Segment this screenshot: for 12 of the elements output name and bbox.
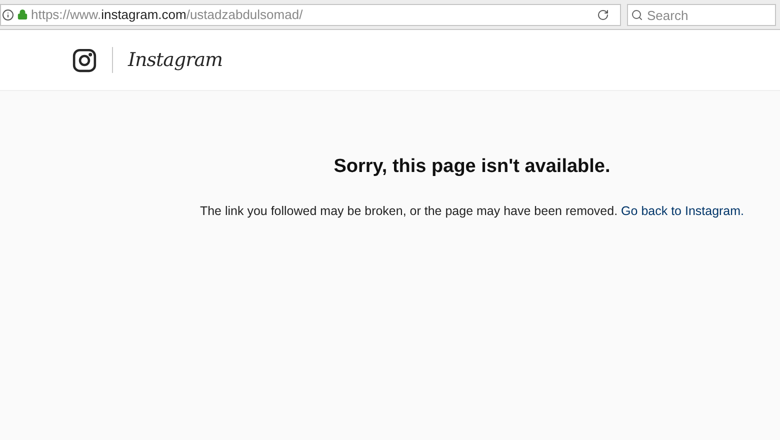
search-field[interactable]: Search [627,4,776,26]
info-icon[interactable] [2,8,14,20]
lock-icon [17,9,28,20]
instagram-wordmark[interactable]: Instagram [128,46,223,74]
address-bar[interactable]: https://www.instagram.com/ustadzabdulsomad/ [0,4,621,26]
message-text: The link you followed may be broken, or the page may have been removed. [200,204,618,218]
url-text: https://www.instagram.com/ustadzabdulsomad/ [31,6,304,24]
search-icon [631,8,643,20]
error-title: Sorry, this page isn't available. [334,155,610,179]
camera-icon[interactable] [72,48,97,72]
back-link[interactable]: Go back to Instagram. [621,204,744,218]
reload-icon[interactable] [597,8,609,20]
